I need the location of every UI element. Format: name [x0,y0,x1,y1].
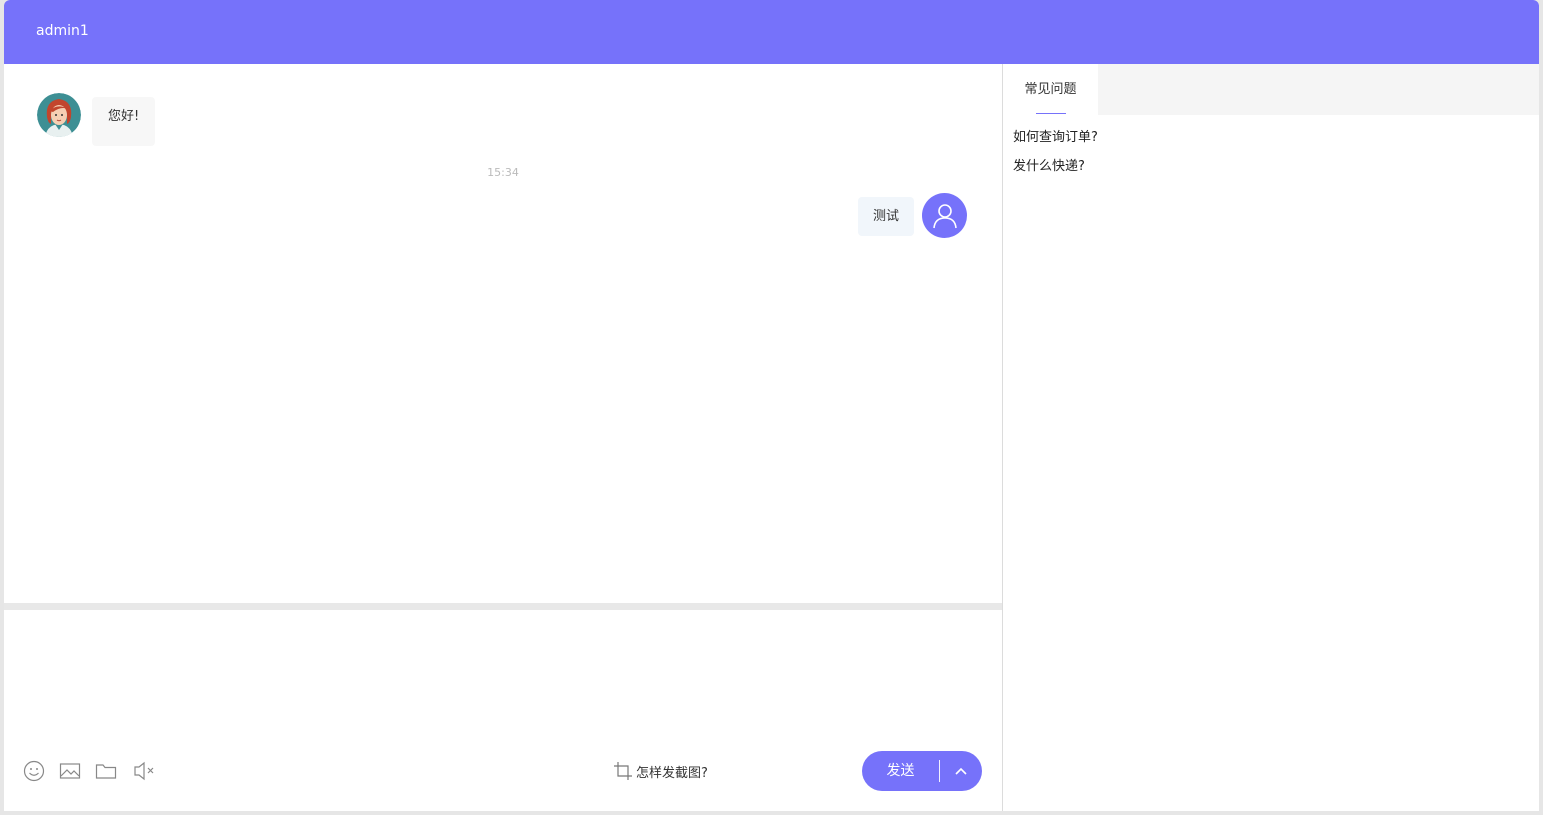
file-button[interactable] [95,760,117,782]
agent-avatar [37,93,81,137]
user-avatar [922,193,967,238]
user-icon [932,203,957,228]
screenshot-help-label: 怎样发截图? [636,765,708,781]
sound-toggle-button[interactable] [133,760,155,782]
screenshot-help-link[interactable]: 怎样发截图? [613,761,708,781]
send-options-button[interactable] [940,751,982,791]
emoji-icon [23,760,45,782]
message-timestamp: 15:34 [487,166,519,179]
header-title: admin1 [36,23,89,39]
send-button-group: 发送 [862,751,982,791]
message-input[interactable] [14,618,992,738]
tab-faq[interactable]: 常见问题 [1003,64,1098,115]
image-icon [59,763,81,779]
message-bubble-agent: 您好! [92,97,156,146]
composer: 怎样发截图? 发送 [4,610,1002,811]
tab-active-indicator [1036,113,1066,114]
emoji-button[interactable] [23,760,45,782]
side-panel: 常见问题 如何查询订单? 发什么快递? [1003,64,1539,811]
send-separator [939,760,940,782]
folder-icon [95,764,117,779]
sound-off-icon [134,761,154,781]
composer-divider [4,603,1002,610]
faq-item[interactable]: 如何查询订单? [1013,126,1098,145]
chat-window: admin1 您好! 15:34 测试 怎样发截图? 发送 常见问题 如何查询订… [4,0,1539,811]
message-list[interactable]: 您好! 15:34 测试 [4,64,1002,603]
side-tabbar: 常见问题 [1003,64,1539,115]
image-button[interactable] [59,760,81,782]
message-bubble-user: 测试 [857,197,914,236]
faq-item[interactable]: 发什么快递? [1013,155,1085,174]
header-bar: admin1 [4,0,1539,64]
chevron-up-icon [955,767,967,775]
crop-icon [614,762,632,780]
send-button[interactable]: 发送 [862,751,939,791]
